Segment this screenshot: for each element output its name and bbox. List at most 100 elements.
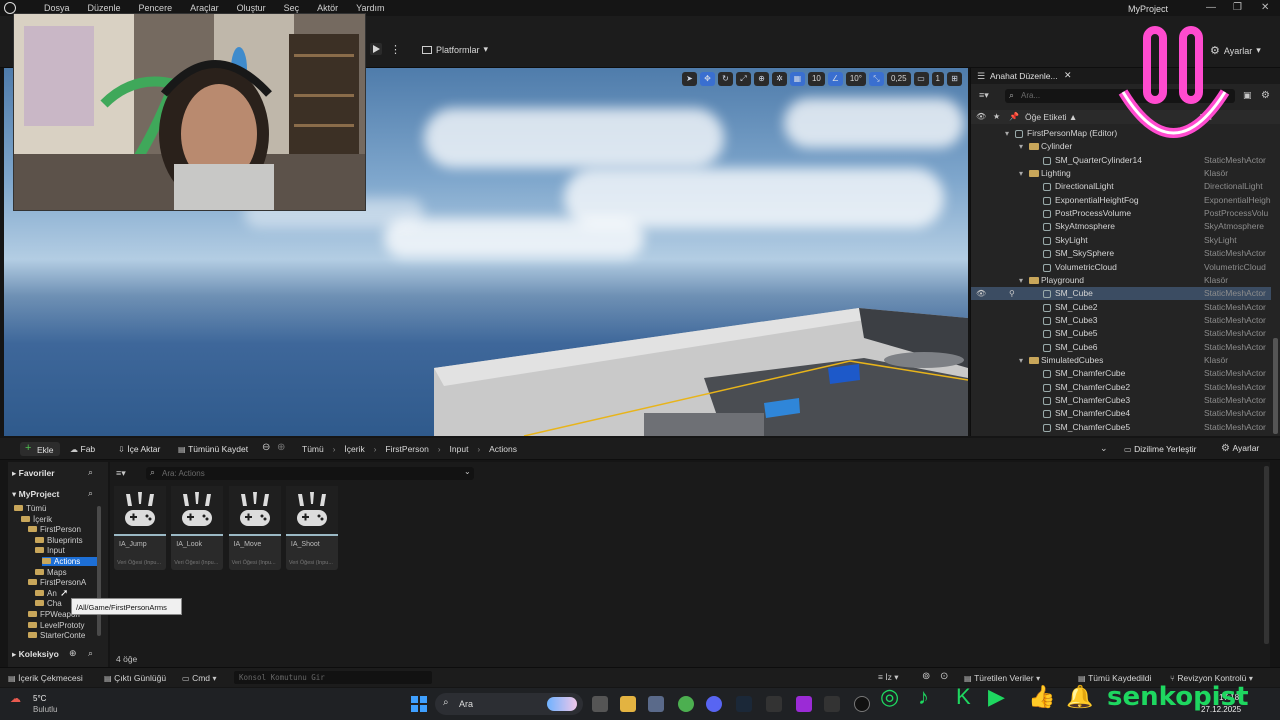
tree-scrollbar[interactable]: [97, 506, 101, 636]
console-input[interactable]: Konsol Komutunu Gir: [234, 671, 432, 684]
menu-item[interactable]: Aktör: [317, 3, 338, 13]
world-space-icon[interactable]: ⊕: [753, 72, 769, 86]
add-collection-icon[interactable]: ⊕: [69, 648, 77, 659]
outliner-row[interactable]: SM_SkySphere StaticMeshActor: [971, 247, 1271, 260]
outliner-row[interactable]: 👁 ⚲ SM_Cube StaticMeshActor: [971, 287, 1271, 301]
camera-speed-value[interactable]: 1: [931, 72, 944, 86]
folder-tree-item[interactable]: Actions: [42, 557, 100, 566]
output-log-button[interactable]: ▤ Çıktı Günlüğü: [104, 673, 166, 683]
menu-item[interactable]: Araçlar: [190, 3, 219, 13]
rotation-snap-icon[interactable]: ∠: [827, 72, 843, 86]
add-button[interactable]: + Ekle: [20, 442, 60, 456]
select-mode-icon[interactable]: ➤: [681, 72, 697, 86]
outliner-row[interactable]: SM_ChamferCube5 StaticMeshActor: [971, 421, 1271, 434]
visibility-eye-icon[interactable]: 👁: [976, 287, 986, 300]
chevron-down-icon[interactable]: ▾: [1019, 167, 1023, 180]
task-view-icon[interactable]: [592, 696, 608, 712]
breadcrumb-separator-icon[interactable]: ›: [438, 445, 441, 454]
minimize-icon[interactable]: —: [1206, 2, 1216, 13]
rotate-icon[interactable]: ↻: [717, 72, 733, 86]
epic-games-icon[interactable]: [766, 696, 782, 712]
menu-item[interactable]: Oluştur: [237, 3, 266, 13]
asset-tile[interactable]: IA_Jump Veri Öğesi (Inpu...: [114, 486, 166, 570]
outliner-row[interactable]: VolumetricCloud VolumetricCloud: [971, 261, 1271, 274]
menu-item[interactable]: Yardım: [356, 3, 384, 13]
folder-tree-item[interactable]: FirstPersonA: [28, 578, 86, 587]
file-explorer-icon[interactable]: [620, 696, 636, 712]
outliner-settings-icon[interactable]: ⚙: [1261, 90, 1270, 101]
collections-section[interactable]: ▸ Koleksiyo: [12, 649, 59, 660]
breadcrumb-separator-icon[interactable]: ›: [333, 445, 336, 454]
record-icon[interactable]: ⊚: [922, 671, 930, 682]
outliner-row[interactable]: PostProcessVolume PostProcessVolu: [971, 207, 1271, 220]
store-icon[interactable]: [648, 696, 664, 712]
rotation-snap-value[interactable]: 10°: [845, 72, 866, 86]
grid-snap-icon[interactable]: ▦: [789, 72, 805, 86]
cb-settings-button[interactable]: ⚙ Ayarlar: [1221, 443, 1259, 454]
maximize-icon[interactable]: ❐: [1233, 2, 1242, 13]
asset-search-input[interactable]: ⌕ Ara: Actions ⌄: [146, 467, 474, 480]
platforms-button[interactable]: Platformlar ▾: [422, 44, 488, 55]
scale-snap-icon[interactable]: ⤡: [868, 72, 884, 86]
folder-tree-item[interactable]: Maps: [35, 568, 67, 577]
outliner-row[interactable]: ▾ SimulatedCubes Klasör: [971, 354, 1271, 367]
breadcrumb-separator-icon[interactable]: ›: [374, 445, 377, 454]
history-back-icon[interactable]: ⊖: [262, 442, 270, 453]
windows-start-icon[interactable]: [411, 696, 427, 712]
breadcrumb-item[interactable]: Tümü: [302, 444, 324, 454]
breadcrumb-item[interactable]: İçerik: [344, 444, 364, 454]
breadcrumb-item[interactable]: Actions: [489, 444, 517, 454]
outliner-row[interactable]: SM_Cube2 StaticMeshActor: [971, 301, 1271, 314]
outliner-row[interactable]: DirectionalLight DirectionalLight: [971, 180, 1271, 193]
menu-item[interactable]: Pencere: [139, 3, 173, 13]
chevron-down-icon[interactable]: ▾: [1019, 274, 1023, 287]
outliner-row[interactable]: ▾ Lighting Klasör: [971, 167, 1271, 180]
scale-snap-value[interactable]: 0,25: [886, 72, 911, 86]
folder-tree-item[interactable]: Cha: [35, 599, 62, 608]
menu-item[interactable]: Dosya: [44, 3, 70, 13]
outliner-row[interactable]: SM_ChamferCube StaticMeshActor: [971, 367, 1271, 380]
history-forward-icon[interactable]: ⊕: [277, 442, 285, 453]
asset-tile[interactable]: IA_Look Veri Öğesi (Inpu...: [171, 486, 224, 570]
folder-tree-item[interactable]: Input: [35, 546, 65, 555]
label-column-header[interactable]: Öğe Etiketi ▲: [1025, 112, 1077, 122]
layout-icon[interactable]: ⊞: [947, 72, 962, 86]
weather-widget[interactable]: ☁: [10, 692, 28, 706]
surface-snap-icon[interactable]: ✲: [771, 72, 787, 86]
favorites-section[interactable]: ▸ Favoriler: [12, 468, 55, 479]
folder-tree-item[interactable]: Blueprints: [35, 536, 83, 545]
camera-speed-icon[interactable]: ▭: [913, 72, 929, 86]
chevron-down-icon[interactable]: ▾: [1019, 140, 1023, 153]
outliner-row[interactable]: SM_ChamferCube4 StaticMeshActor: [971, 407, 1271, 420]
breadcrumb-dropdown-icon[interactable]: ⌄: [1100, 443, 1108, 454]
chevron-down-icon[interactable]: ▾: [1005, 127, 1009, 140]
translate-icon[interactable]: ✥: [699, 72, 715, 86]
outliner-row[interactable]: SM_Cube5 StaticMeshActor: [971, 327, 1271, 340]
breadcrumb-item[interactable]: FirstPerson: [385, 444, 428, 454]
project-section[interactable]: ▾ MyProject: [12, 489, 59, 500]
dock-in-layout-button[interactable]: ▭ Dizilime Yerleştir: [1124, 444, 1196, 454]
search-icon[interactable]: ⌕: [88, 648, 93, 659]
close-tab-icon[interactable]: ✕: [1064, 70, 1072, 81]
chevron-down-icon[interactable]: ▾: [1019, 354, 1023, 367]
outliner-row[interactable]: ▾ Playground Klasör: [971, 274, 1271, 287]
folder-tree-item[interactable]: FirstPerson: [28, 525, 81, 534]
discord-icon[interactable]: [706, 696, 722, 712]
outliner-row[interactable]: SM_ChamferCube6 StaticMeshActor: [971, 434, 1271, 436]
cmd-dropdown[interactable]: ▭ Cmd ▾: [182, 673, 217, 683]
app-icon[interactable]: [796, 696, 812, 712]
search-icon[interactable]: ⌕: [88, 467, 93, 478]
asset-scrollbar[interactable]: [1264, 466, 1269, 644]
play-button[interactable]: [370, 43, 382, 55]
outliner-row[interactable]: SM_Cube3 StaticMeshActor: [971, 314, 1271, 327]
epic-games-icon-2[interactable]: [824, 696, 840, 712]
search-icon[interactable]: ⌕: [88, 488, 93, 499]
grid-size-value[interactable]: 10: [807, 72, 825, 86]
outliner-row[interactable]: SM_ChamferCube2 StaticMeshActor: [971, 381, 1271, 394]
outliner-row[interactable]: SM_Cube6 StaticMeshActor: [971, 341, 1271, 354]
asset-tile[interactable]: IA_Move Veri Öğesi (Inpu...: [228, 486, 281, 570]
favorite-star-icon[interactable]: ★: [993, 112, 1000, 121]
menu-item[interactable]: Düzenle: [88, 3, 121, 13]
outliner-scrollbar[interactable]: [1273, 338, 1278, 434]
folder-tree-item[interactable]: StarterConte: [28, 631, 85, 640]
